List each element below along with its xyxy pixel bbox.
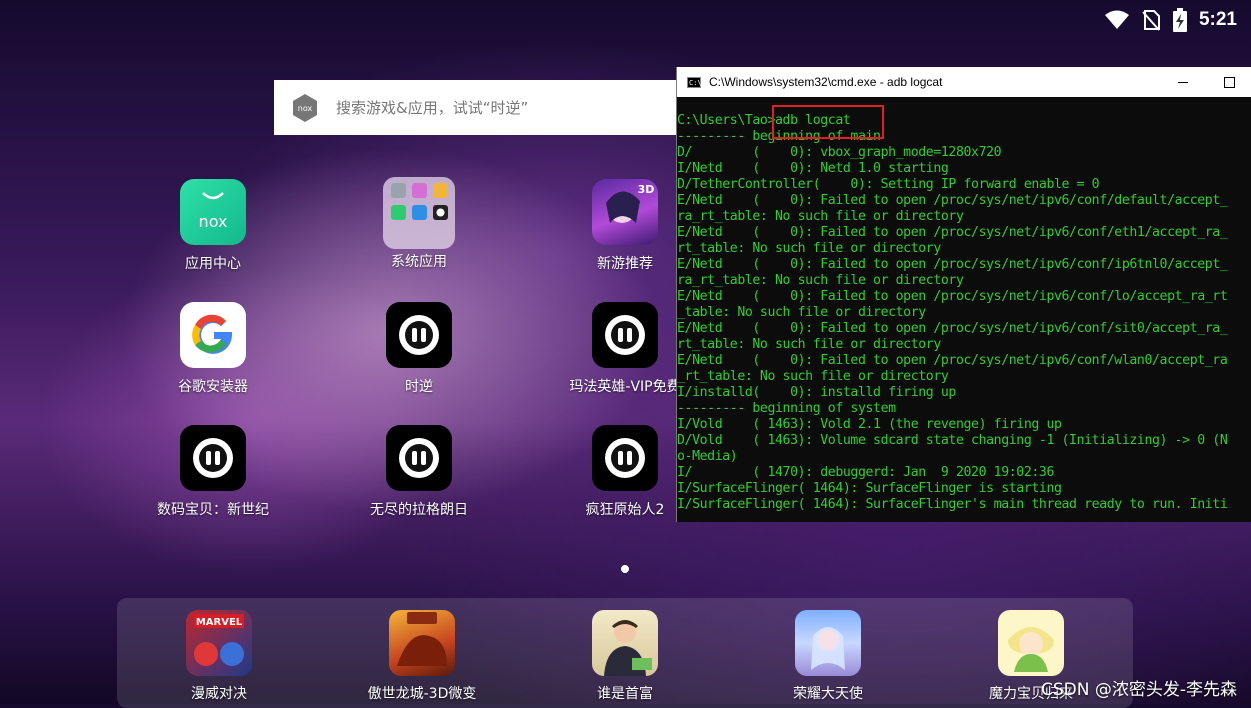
console-line: I/Vold ( 1463): Vold 2.1 (the revenge) f… [677, 417, 1062, 432]
app-label: 玛法英雄-VIP免费 [569, 379, 681, 395]
crossgate-icon [998, 610, 1064, 676]
no-sim-icon [1142, 10, 1160, 31]
search-bar[interactable]: nox 搜索游戏&应用，试试“时逆” [274, 80, 676, 135]
status-bar: 5:21 [1104, 0, 1251, 40]
app-label: 系统应用 [391, 254, 447, 270]
app-google-installer[interactable]: 谷歌安装器 [143, 302, 283, 396]
console-line: _table: No such file or directory [677, 305, 926, 320]
game-icon [386, 302, 452, 368]
marvel-icon: MARVEL [186, 610, 252, 676]
dock-app-label: 傲世龙城-3D微变 [367, 686, 477, 702]
app-app-center[interactable]: nox 应用中心 [143, 179, 283, 273]
app-mafa-hero[interactable]: 玛法英雄-VIP免费 [555, 302, 695, 396]
clock: 5:21 [1198, 9, 1237, 30]
dock-app-richest[interactable]: 谁是首富 [550, 610, 700, 703]
archangel-icon [795, 610, 861, 676]
svg-text:nox: nox [199, 212, 228, 231]
wifi-icon [1104, 10, 1129, 29]
cmd-titlebar[interactable]: C:\ C:\Windows\system32\cmd.exe - adb lo… [677, 67, 1251, 97]
dock-app-dragon-city[interactable]: 傲世龙城-3D微变 [347, 610, 497, 703]
console-line: I/installd( 0): installd firing up [677, 385, 956, 400]
pause-icon [399, 438, 439, 478]
system-apps-folder-icon [383, 177, 455, 249]
dock-app-label: 荣耀大天使 [793, 686, 863, 702]
pause-icon [605, 438, 645, 478]
console-line: E/Netd ( 0): Failed to open /proc/sys/ne… [677, 225, 1228, 240]
highlight-annotation [772, 105, 884, 139]
console-line: _rt_table: No such file or directory [677, 369, 949, 384]
watermark: CSDN @浓密头发-李先森 [1040, 680, 1237, 700]
console-line: I/ ( 1470): debuggerd: Jan 9 2020 19:02:… [677, 465, 1054, 480]
app-system-apps[interactable]: 系统应用 [349, 177, 489, 271]
console-output[interactable]: C:\Users\Tao>adb logcat --------- beginni… [677, 97, 1251, 522]
maximize-icon [1223, 76, 1235, 88]
app-label: 数码宝贝：新世纪 [157, 502, 269, 518]
console-line: E/Netd ( 0): Failed to open /proc/sys/ne… [677, 257, 1228, 272]
svg-text:MARVEL: MARVEL [196, 617, 243, 628]
dock-app-label: 谁是首富 [597, 686, 653, 702]
app-label: 应用中心 [185, 256, 241, 272]
dragon-city-icon [389, 610, 455, 676]
console-line: C:\Users\Tao>adb logcat [677, 113, 851, 128]
app-label: 疯狂原始人2 [585, 502, 665, 518]
console-line: D/ ( 0): vbox_graph_mode=1280x720 [677, 145, 1002, 160]
cmd-title: C:\Windows\system32\cmd.exe - adb logcat [709, 75, 943, 89]
page-indicator [621, 565, 629, 573]
console-line: E/Netd ( 0): Failed to open /proc/sys/ne… [677, 289, 1228, 304]
console-line: D/Vold ( 1463): Volume sdcard state chan… [677, 433, 1228, 448]
app-lagrange[interactable]: 无尽的拉格朗日 [349, 425, 489, 519]
app-digimon[interactable]: 数码宝贝：新世纪 [143, 425, 283, 519]
console-line: E/Netd ( 0): Failed to open /proc/sys/ne… [677, 193, 1228, 208]
cmd-window[interactable]: C:\ C:\Windows\system32\cmd.exe - adb lo… [676, 67, 1251, 522]
app-label: 无尽的拉格朗日 [370, 502, 468, 518]
game-icon [592, 302, 658, 368]
search-placeholder: 搜索游戏&应用，试试“时逆” [336, 99, 529, 117]
app-shini[interactable]: 时逆 [349, 302, 489, 396]
console-line: D/TetherController( 0): Setting IP forwa… [677, 177, 1100, 192]
dock-app-label: 漫威对决 [191, 686, 247, 702]
console-line: o-Media) [677, 449, 738, 464]
console-line: I/SurfaceFlinger( 1464): SurfaceFlinger … [677, 481, 1062, 496]
console-line: E/Netd ( 0): Failed to open /proc/sys/ne… [677, 321, 1228, 336]
app-label: 谷歌安装器 [178, 379, 248, 395]
minimize-button[interactable] [1160, 67, 1206, 97]
pause-icon [193, 438, 233, 478]
game-icon [386, 425, 452, 491]
pause-icon [605, 315, 645, 355]
google-installer-icon [180, 302, 246, 368]
battery-charging-icon [1172, 8, 1187, 32]
app-new-games[interactable]: 3D 新游推荐 [555, 179, 695, 273]
console-line: rt_table: No such file or directory [677, 241, 941, 256]
svg-text:nox: nox [298, 104, 313, 113]
console-line: rt_table: No such file or directory [677, 337, 941, 352]
nox-logo-icon: nox [293, 93, 317, 122]
app-label: 新游推荐 [597, 256, 653, 272]
app-croods2[interactable]: 疯狂原始人2 [555, 425, 695, 519]
minimize-icon [1178, 81, 1188, 83]
console-line: I/SurfaceFlinger( 1464): SurfaceFlinger'… [677, 497, 1228, 512]
dock-app-marvel[interactable]: MARVEL 漫威对决 [144, 610, 294, 703]
app-label: 时逆 [405, 379, 433, 395]
dock: MARVEL 漫威对决 傲世龙城-3D微变 谁是首富 荣耀大天使 魔力宝贝归来 [117, 598, 1133, 708]
maximize-button[interactable] [1206, 67, 1251, 97]
console-line: E/Netd ( 0): Failed to open /proc/sys/ne… [677, 353, 1228, 368]
game-icon [592, 425, 658, 491]
nox-app-center-icon: nox [180, 179, 246, 245]
game-icon [180, 425, 246, 491]
new-games-icon: 3D [592, 179, 658, 245]
pause-icon [399, 315, 439, 355]
console-line: --------- beginning of main [677, 129, 881, 144]
console-line: --------- beginning of system [677, 401, 896, 416]
svg-text:3D: 3D [638, 183, 655, 196]
dock-app-archangel[interactable]: 荣耀大天使 [753, 610, 903, 703]
richest-icon [592, 610, 658, 676]
console-line: ra_rt_table: No such file or directory [677, 209, 964, 224]
console-line: I/Netd ( 0): Netd 1.0 starting [677, 161, 949, 176]
console-line: ra_rt_table: No such file or directory [677, 273, 964, 288]
cmd-app-icon: C:\ [687, 76, 702, 88]
